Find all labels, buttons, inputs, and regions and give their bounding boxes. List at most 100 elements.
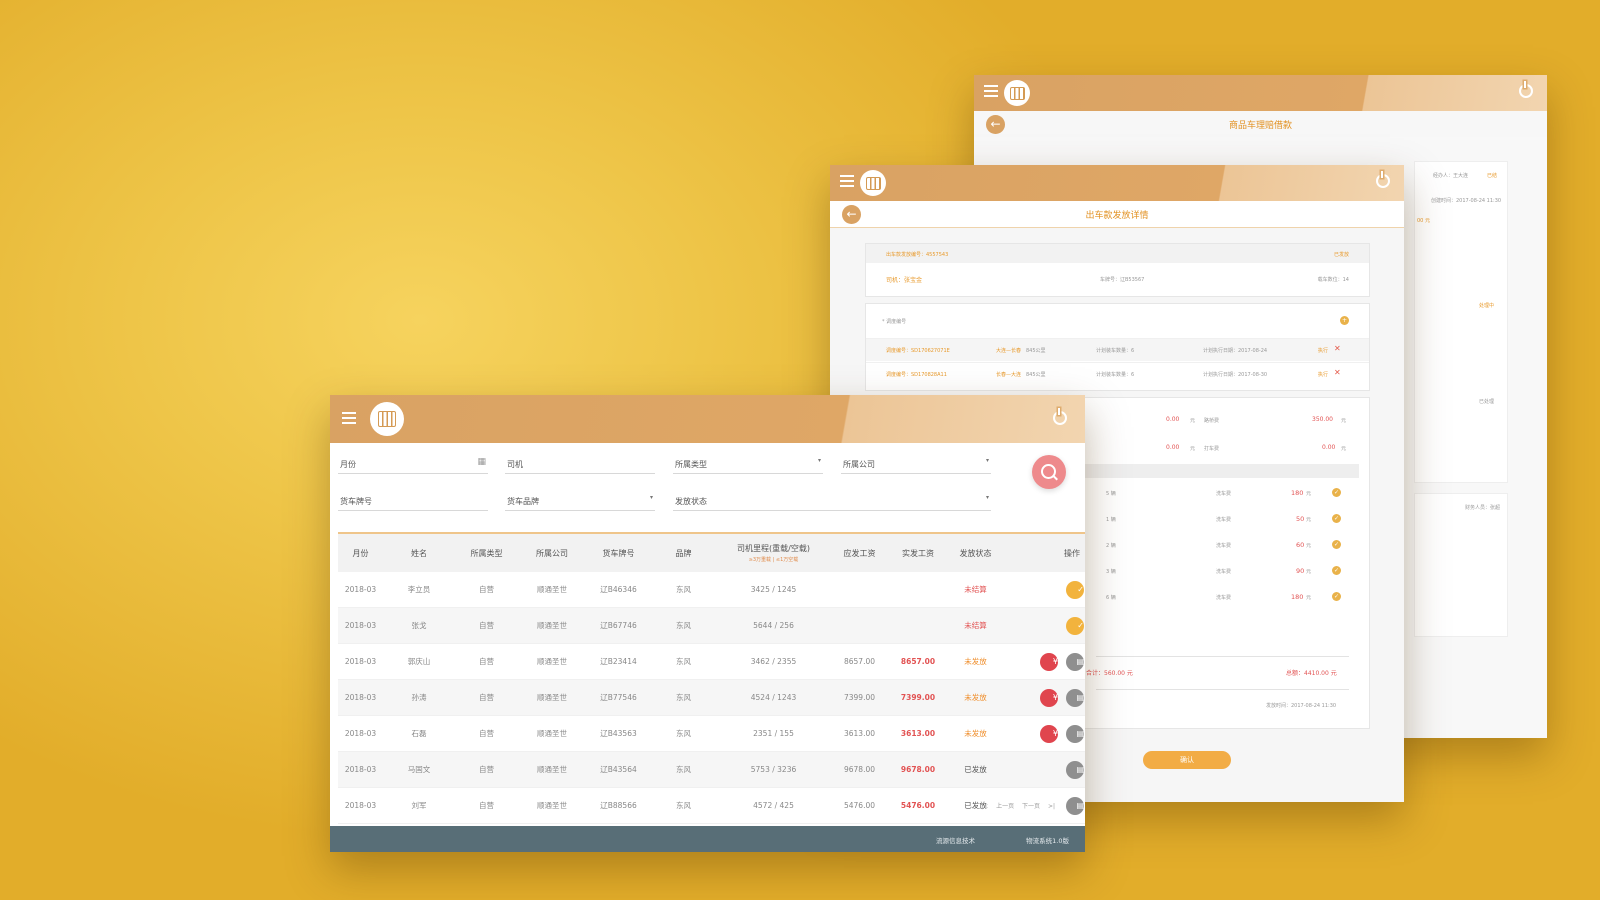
- salary-table: 月份 姓名 所属类型 所属公司 货车牌号 品牌 司机里程(重载/空载) ≥3万重载…: [338, 532, 1085, 824]
- mileage-cell: 5753 / 3236: [750, 765, 797, 774]
- check-icon[interactable]: ✓: [1332, 540, 1341, 549]
- column-header[interactable]: 货车牌号: [586, 533, 651, 572]
- mileage-cell: 2351 / 155: [753, 729, 794, 738]
- column-header[interactable]: 实发工资: [888, 533, 948, 572]
- brand-cell: 东风: [676, 693, 691, 702]
- wash-unit: 元: [1306, 517, 1312, 523]
- power-icon[interactable]: [1519, 81, 1533, 98]
- prev-page-button[interactable]: 上一页: [996, 803, 1014, 810]
- menu-icon[interactable]: [342, 412, 356, 426]
- document-icon[interactable]: ▤: [1066, 652, 1084, 671]
- table-row[interactable]: 2018-03 李立员 自营 顺通圣世 辽B46346 东风 3425 / 1245 未结算 ✓: [338, 572, 1085, 608]
- due-salary-cell: 8657.00: [843, 657, 875, 666]
- document-icon[interactable]: ▤: [1066, 760, 1084, 779]
- document-icon[interactable]: ▤: [1066, 688, 1084, 707]
- month-filter[interactable]: 月份 ▦: [338, 453, 488, 474]
- document-icon[interactable]: ▤: [1066, 724, 1084, 743]
- app-logo: [860, 170, 886, 196]
- month-cell: 2018-03: [344, 585, 377, 594]
- salary-list-window: 月份 ▦ 司机 所属类型 ▾ 所属公司 ▾ 货车牌号 货车品牌 ▾ 发放状态 ▾…: [330, 395, 1085, 852]
- type-cell: 自营: [479, 801, 494, 810]
- power-icon[interactable]: [1053, 408, 1067, 425]
- table-row[interactable]: 2018-03 孙涛 自营 顺通圣世 辽B77546 东风 4524 / 1243 7399.…: [338, 679, 1085, 716]
- paid-salary-cell: 8657.00: [900, 657, 936, 666]
- table-row[interactable]: 2018-03 刘军 自营 顺通圣世 辽B88566 东风 4572 / 425 5476.0…: [338, 788, 1085, 824]
- driver-filter[interactable]: 司机: [505, 453, 655, 474]
- due-salary-cell: [831, 572, 888, 608]
- wash-count: 5 辆: [1106, 491, 1116, 497]
- close-icon[interactable]: ✕: [1334, 368, 1341, 377]
- company-filter[interactable]: 所属公司 ▾: [841, 453, 991, 474]
- next-page-button[interactable]: 下一页: [1022, 803, 1040, 810]
- dispatch-route: 长春—大连: [996, 372, 1022, 378]
- menu-icon[interactable]: [984, 85, 998, 99]
- settle-check-icon[interactable]: ✓: [1066, 580, 1084, 599]
- column-header[interactable]: 品牌: [651, 533, 716, 572]
- finance-label: 财务人员：张超: [1465, 505, 1501, 511]
- check-icon[interactable]: ✓: [1332, 488, 1341, 497]
- status-cell: 未发放: [964, 657, 987, 666]
- status-cell: 未结算: [964, 621, 987, 630]
- dispatch-card: * 调度编号 + 调度编号：SD170627071E 大连—长春 845公里 计…: [865, 303, 1370, 391]
- brand-filter[interactable]: 货车品牌 ▾: [505, 490, 655, 511]
- plate-cell: 辽B77546: [600, 693, 637, 702]
- mileage-column-header[interactable]: 司机里程(重载/空载) ≥3万重载 | ≤1万空载: [716, 533, 831, 572]
- fee-unit: 元: [1341, 418, 1347, 424]
- plate-cell: 辽B67746: [600, 621, 637, 630]
- yen-pay-icon[interactable]: ¥: [1040, 652, 1058, 671]
- execute-link[interactable]: 执行: [1318, 347, 1328, 354]
- table-row[interactable]: 2018-03 郭庆山 自营 顺通圣世 辽B23414 东风 3462 / 2355 8657…: [338, 644, 1085, 680]
- menu-icon[interactable]: [840, 175, 854, 189]
- column-header[interactable]: 发放状态: [948, 533, 1003, 572]
- sub-header: ← 商品车理赔借款: [974, 111, 1547, 138]
- paid-salary-cell: [888, 572, 948, 608]
- type-cell: 自营: [479, 585, 494, 594]
- execute-link[interactable]: 执行: [1318, 371, 1328, 378]
- table-row[interactable]: 2018-03 石磊 自营 顺通圣世 辽B43563 东风 2351 / 155 3613.0…: [338, 716, 1085, 752]
- first-page-button[interactable]: |<: [981, 803, 988, 810]
- pagination: |< 上一页 下一页 >|: [975, 801, 1055, 810]
- status-label: 已结: [1487, 173, 1498, 179]
- due-salary-cell: 5476.00: [843, 801, 875, 810]
- seat-count: 载车数位：14: [1317, 277, 1349, 283]
- status-filter[interactable]: 发放状态 ▾: [673, 490, 991, 511]
- last-page-button[interactable]: >|: [1048, 803, 1055, 810]
- column-header[interactable]: 月份: [338, 533, 383, 572]
- wash-value: 60: [1296, 541, 1305, 549]
- search-button[interactable]: [1032, 455, 1066, 489]
- close-icon[interactable]: ✕: [1334, 344, 1341, 353]
- order-number: 出车款发放编号：4557543: [886, 252, 949, 258]
- month-filter-label: 月份: [340, 460, 356, 469]
- yen-pay-icon[interactable]: ¥: [1040, 688, 1058, 707]
- power-icon[interactable]: [1376, 171, 1390, 188]
- page-title: 出车款发放详情: [1085, 211, 1149, 221]
- column-header[interactable]: 应发工资: [831, 533, 888, 572]
- type-filter[interactable]: 所属类型 ▾: [673, 453, 823, 474]
- plate-filter[interactable]: 货车牌号: [338, 490, 488, 511]
- driver-name: 司机：张宝金: [886, 277, 923, 284]
- name-cell: 张戈: [411, 621, 427, 630]
- company-cell: 顺通圣世: [537, 729, 567, 738]
- actions-cell: ¥ ▤: [1003, 716, 1085, 752]
- check-icon[interactable]: ✓: [1332, 592, 1341, 601]
- yen-pay-icon[interactable]: ¥: [1040, 724, 1058, 743]
- fee-label: 路桥费: [1204, 418, 1220, 424]
- table-row[interactable]: 2018-03 马国文 自营 顺通圣世 辽B43564 东风 5753 / 3236 9678…: [338, 751, 1085, 788]
- check-icon[interactable]: ✓: [1332, 514, 1341, 523]
- actions-cell: ¥ ▤: [1003, 680, 1085, 716]
- table-row[interactable]: 2018-03 张戈 自营 顺通圣世 辽B67746 东风 5644 / 256 未结算 ✓: [338, 607, 1085, 644]
- add-dispatch-icon[interactable]: +: [1340, 316, 1349, 325]
- column-header[interactable]: 姓名: [383, 533, 455, 572]
- column-header[interactable]: 所属公司: [518, 533, 586, 572]
- wash-count: 2 辆: [1106, 543, 1116, 549]
- column-header: 操作: [1064, 548, 1080, 558]
- check-icon[interactable]: ✓: [1332, 566, 1341, 575]
- fee-label: 打车费: [1204, 446, 1220, 452]
- column-header[interactable]: 所属类型: [455, 533, 518, 572]
- calendar-icon[interactable]: ▦: [477, 457, 486, 467]
- settle-check-icon[interactable]: ✓: [1066, 616, 1084, 635]
- chevron-down-icon: ▾: [649, 494, 653, 501]
- document-icon[interactable]: ▤: [1066, 796, 1084, 815]
- top-bar: [830, 165, 1404, 201]
- confirm-button[interactable]: 确认: [1143, 751, 1231, 769]
